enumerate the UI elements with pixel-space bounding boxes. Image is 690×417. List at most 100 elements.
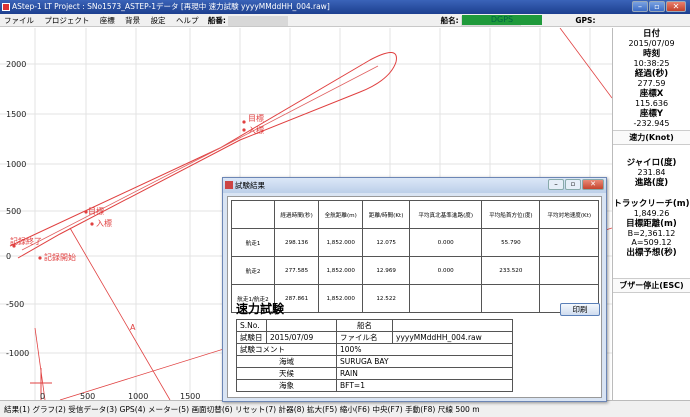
table-cell: 233.520 xyxy=(481,256,541,285)
ship-name-label: 船名: xyxy=(440,16,459,25)
sea-state-value: BFT=1 xyxy=(336,379,513,392)
table-header-cell xyxy=(231,200,275,229)
marker-target-top-1 xyxy=(242,120,246,124)
marker-target-top-2 xyxy=(242,128,246,132)
menu-bar: ファイル プロジェクト 座標 背景 設定 ヘルプ 船番: 船名: GPS: xyxy=(0,14,690,27)
date-label: 日付 xyxy=(642,29,660,39)
dialog-body: 経過時間(秒) 全航距離(m) 距離/時間(Kt) 平均真北基準進路(度) 平均… xyxy=(227,196,602,398)
speed-label: 速力(Knot) xyxy=(613,130,690,145)
table-cell: 0.000 xyxy=(409,256,483,285)
dialog-title-bar: 試験結果 – ▫ ✕ xyxy=(223,178,606,193)
sea-area-label: 海域 xyxy=(236,355,337,368)
target-distance-a: A=509.12 xyxy=(631,238,672,247)
dialog-minimize-button[interactable]: – xyxy=(548,179,564,190)
file-name-label: ファイル名 xyxy=(336,331,393,344)
table-cell: 298.136 xyxy=(273,228,320,257)
close-button[interactable]: ✕ xyxy=(666,1,686,12)
y-tick-label: -1000 xyxy=(6,349,30,358)
weather-label: 天候 xyxy=(236,367,337,380)
forecast-label: 出標予想(秒) xyxy=(626,248,677,258)
maximize-button[interactable]: ▫ xyxy=(649,1,665,12)
table-cell xyxy=(409,284,483,313)
dialog-title: 試験結果 xyxy=(235,181,265,190)
forecast-value xyxy=(613,258,690,276)
sno-label: S.No. xyxy=(236,319,267,332)
menu-coordinates[interactable]: 座標 xyxy=(96,14,119,27)
result-table: 経過時間(秒) 全航距離(m) 距離/時間(Kt) 平均真北基準進路(度) 平均… xyxy=(231,200,599,313)
marker-target-mid-2 xyxy=(90,222,94,226)
label-point-a: A xyxy=(130,323,136,332)
table-cell: 1,852.000 xyxy=(318,228,364,257)
gps-status-indicator: DGPS xyxy=(462,15,542,25)
reference-line-c xyxy=(34,327,46,400)
y-tick-label: 1000 xyxy=(6,160,27,169)
menu-help[interactable]: ヘルプ xyxy=(172,14,203,27)
y-tick-label: 0 xyxy=(6,252,12,261)
menu-file[interactable]: ファイル xyxy=(0,14,38,27)
speed-value xyxy=(613,147,690,157)
elapsed-value: 277.59 xyxy=(637,79,666,88)
gps-status-value: DGPS xyxy=(490,15,514,24)
table-row: 航走1 298.136 1,852.000 12.075 0.000 55.79… xyxy=(231,228,599,257)
function-key-bar[interactable]: 結果(1) グラフ(2) 受信データ(3) GPS(4) メーター(5) 画面切… xyxy=(0,400,690,417)
buzzer-stop-button[interactable]: ブザー停止(ESC) xyxy=(613,278,690,293)
table-header-cell: 平均真北基準進路(度) xyxy=(409,200,483,229)
window-controls: – ▫ ✕ xyxy=(632,1,686,12)
hull-number-label: 船番: xyxy=(207,16,226,25)
hull-number-value xyxy=(228,15,289,26)
speed-test-heading: 速力試験 xyxy=(236,302,285,316)
shipname-label: 船名 xyxy=(336,319,393,332)
test-comment-value: 100% xyxy=(336,343,513,356)
file-name-value: yyyyMMddHH_004.raw xyxy=(392,331,513,344)
application-window: AStep-1 LT Project : SNo1573_ASTEP-1データ … xyxy=(0,0,690,417)
test-comment-label: 試験コメント xyxy=(236,343,337,356)
menu-project[interactable]: プロジェクト xyxy=(40,14,93,27)
time-label: 時刻 xyxy=(642,49,660,59)
coord-y-value: -232.945 xyxy=(633,119,670,128)
test-date-value: 2015/07/09 xyxy=(266,331,337,344)
label-target-mid-2: 入標 xyxy=(96,218,112,228)
table-row: 航走2 277.585 1,852.000 12.969 0.000 233.5… xyxy=(231,256,599,285)
table-cell xyxy=(481,284,541,313)
table-cell xyxy=(539,256,599,285)
table-header-cell: 距離/時間(Kt) xyxy=(362,200,411,229)
dialog-icon xyxy=(225,181,233,189)
status-sidepanel: 日付 2015/07/09 時刻 10:38:25 経過(秒) 277.59 座… xyxy=(612,28,690,400)
gyro-value: 231.84 xyxy=(637,168,666,177)
dialog-maximize-button[interactable]: ▫ xyxy=(565,179,581,190)
reference-line-b xyxy=(559,28,612,99)
print-button[interactable]: 印刷 xyxy=(560,303,600,316)
label-target-top-2: 入標 xyxy=(248,125,264,135)
reference-line-d xyxy=(69,227,171,400)
time-value: 10:38:25 xyxy=(633,59,670,68)
table-row: 航走1/航走2 287.861 1,852.000 12.522 xyxy=(231,284,599,313)
label-target-mid-1: 目標 xyxy=(88,206,104,216)
label-record-start: 記録開始 xyxy=(44,252,76,262)
dialog-close-button[interactable]: ✕ xyxy=(582,179,604,190)
coord-y-label: 座標Y xyxy=(639,109,664,119)
window-title: AStep-1 LT Project : SNo1573_ASTEP-1データ … xyxy=(12,2,330,11)
target-distance-label: 目標距離(m) xyxy=(626,219,677,229)
minimize-button[interactable]: – xyxy=(632,1,648,12)
table-header-cell: 平均対地速度(Kt) xyxy=(539,200,599,229)
table-cell: 1,852.000 xyxy=(318,256,364,285)
coord-x-value: 115.636 xyxy=(634,99,669,108)
table-header-cell: 平均船首方位(度) xyxy=(481,200,541,229)
label-record-end: 記録終了 xyxy=(10,236,42,246)
menu-background[interactable]: 背景 xyxy=(121,14,144,27)
sea-state-label: 海象 xyxy=(236,379,337,392)
table-cell: 12.522 xyxy=(362,284,411,313)
dialog-controls: – ▫ ✕ xyxy=(548,179,604,190)
gyro-label: ジャイロ(度) xyxy=(626,158,677,168)
title-bar: AStep-1 LT Project : SNo1573_ASTEP-1データ … xyxy=(0,0,690,14)
y-tick-label: -500 xyxy=(6,300,25,309)
table-cell: 12.969 xyxy=(362,256,411,285)
table-cell: 55.790 xyxy=(481,228,541,257)
track-reach-label: トラックリーチ(m) xyxy=(613,199,690,209)
table-cell xyxy=(539,228,599,257)
table-cell: 12.075 xyxy=(362,228,411,257)
test-result-dialog: 試験結果 – ▫ ✕ 経過時間(秒) 全航距離(m) 距離/時間(Kt) 平均真… xyxy=(222,177,607,402)
result-table-header: 経過時間(秒) 全航距離(m) 距離/時間(Kt) 平均真北基準進路(度) 平均… xyxy=(231,200,599,229)
menu-settings[interactable]: 設定 xyxy=(147,14,170,27)
course-value xyxy=(613,188,690,198)
